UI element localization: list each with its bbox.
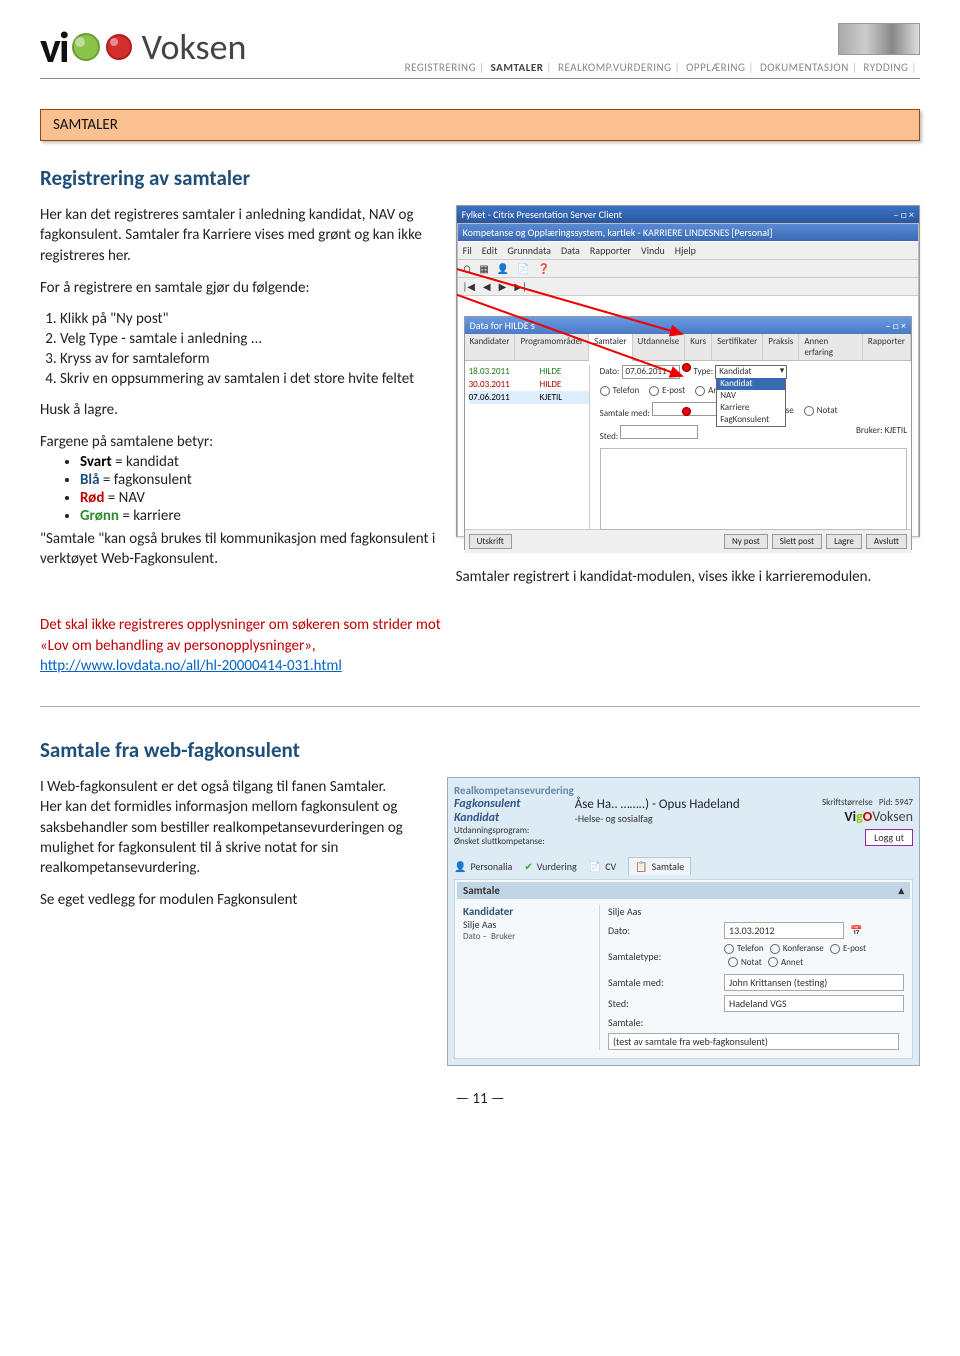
top-header: vi Voksen REGISTRERING| SAMTALER| REALKO… [40, 20, 920, 79]
step-3: Kryss av for samtaleform [60, 350, 436, 368]
vigo-voksen-logo: vi Voksen [40, 20, 246, 74]
page-number: — 11 — [40, 1090, 920, 1108]
utskrift-button[interactable]: Utskrift [469, 534, 512, 549]
crumb-3: OPPLÆRING [686, 61, 745, 74]
kandidat-row[interactable]: Silje Aas [463, 918, 593, 931]
warning-paragraph: Det skal ikke registreres opplysninger o… [40, 615, 445, 676]
section1-steps-after: Husk å lagre. [40, 400, 436, 420]
section2-p2: Her kan det formidles informasjon mellom… [40, 797, 427, 878]
lovdata-link[interactable]: http://www.lovdata.no/all/hl-20000414-03… [40, 657, 342, 675]
color-list: Svart = kandidat Blå = fagkonsulent Rød … [80, 453, 436, 525]
section1-after-colors: "Samtale "kan også brukes til kommunikas… [40, 529, 436, 570]
slett-post-button[interactable]: Slett post [772, 534, 822, 549]
crumb-4: DOKUMENTASJON [760, 61, 849, 74]
screenshot-samtaler-window: Fylket - Citrix Presentation Server Clie… [456, 205, 920, 537]
avslutt-button[interactable]: Avslutt [866, 534, 907, 549]
header-people-image [838, 23, 920, 55]
cb-notat[interactable]: Notat [728, 957, 762, 968]
section2-heading: Samtale fra web-fagkonsulent [40, 737, 920, 763]
lagre-button[interactable]: Lagre [826, 534, 862, 549]
crumb-1: SAMTALER [491, 61, 544, 74]
shot2-samtale-panel: Samtale▴ Kandidater Silje Aas Dato – Bru… [454, 879, 913, 1059]
shot2-tabs[interactable]: 👤Personalia ✔Vurdering 📄CV 📋Samtale [454, 857, 913, 875]
samtale-label: Samtale: [608, 1016, 718, 1029]
logo-voksen-text: Voksen [142, 25, 247, 69]
screenshot-web-fagkonsulent: Realkompetansevurdering Fagkonsulent Kan… [447, 777, 920, 1066]
section-banner: SAMTALER [40, 109, 920, 141]
panel-head: Samtale [463, 884, 500, 897]
section1-steps: Klikk på "Ny post" Velg Type - samtale i… [60, 310, 436, 388]
section1-left-column: Her kan det registreres samtaler i anled… [40, 205, 436, 599]
breadcrumb: REGISTRERING| SAMTALER| REALKOMP.VURDERI… [405, 61, 920, 74]
banner-title: SAMTALER [53, 116, 118, 134]
samtale-med-input[interactable]: John Krittansen (testing) [724, 974, 904, 991]
ny-post-button[interactable]: Ny post [724, 534, 768, 549]
logo-g-icon [70, 31, 102, 63]
tab-cv[interactable]: 📄CV [589, 857, 616, 875]
colors-intro: Fargene på samtalene betyr: [40, 432, 436, 452]
shot2-mid: Åse Ha.. ……..) - Opus Hadeland -Helse- o… [575, 797, 822, 825]
tab-personalia[interactable]: 👤Personalia [454, 857, 512, 875]
tab-samtale[interactable]: 📋Samtale [628, 857, 691, 875]
cb-annet[interactable]: Annet [768, 957, 803, 968]
step-2: Velg Type - samtale i anledning ... [60, 330, 436, 348]
tab-vurdering[interactable]: ✔Vurdering [524, 857, 576, 875]
sted-input[interactable]: Hadeland VGS [724, 995, 904, 1012]
section2-p1: I Web-fagkonsulent er det også tilgang t… [40, 777, 427, 797]
dato-label: Dato: [608, 924, 718, 937]
shot2-logo-icon: VigOVoksen [822, 808, 913, 825]
section1-right-column: Fylket - Citrix Presentation Server Clie… [456, 205, 920, 599]
sted-label: Sted: [608, 997, 718, 1010]
crumb-5: RYDDING [863, 61, 908, 74]
step-4: Skriv en oppsummering av samtalen i det … [60, 370, 436, 388]
section1-p1: Her kan det registreres samtaler i anled… [40, 205, 436, 266]
shot2-right: Skriftstørrelse Pid: 5947 VigOVoksen Log… [822, 797, 913, 846]
shot2-left-labels: Fagkonsulent Kandidat Utdanningsprogram:… [454, 797, 545, 847]
crumb-2: REALKOMP.VURDERING [558, 61, 672, 74]
section1-steps-intro: For å registrere en samtale gjør du følg… [40, 278, 436, 298]
shot2-title: Realkompetansevurdering [454, 784, 913, 797]
logo-o-icon [104, 32, 134, 62]
horizontal-separator [40, 706, 920, 707]
color-rod: Rød = NAV [80, 489, 436, 507]
color-bla: Blå = fagkonsulent [80, 471, 436, 489]
callout-arrows [457, 206, 937, 536]
samtale-textarea[interactable]: (test av samtale fra web-fagkonsulent) [608, 1033, 899, 1050]
step-1: Klikk på "Ny post" [60, 310, 436, 328]
cb-epost[interactable]: E-post [830, 943, 866, 954]
section2-left-column: I Web-fagkonsulent er det også tilgang t… [40, 777, 427, 1066]
cb-telefon[interactable]: Telefon [724, 943, 764, 954]
section1-heading: Registrering av samtaler [40, 165, 920, 191]
samtaletype-label: Samtaletype: [608, 950, 718, 963]
type-dropdown-options[interactable]: Kandidat NAV Karriere FagKonsulent [716, 378, 786, 427]
dato-input[interactable]: 13.03.2012 [724, 922, 844, 939]
screenshot1-caption: Samtaler registrert i kandidat-modulen, … [456, 567, 920, 587]
samtale-med-label: Samtale med: [608, 976, 718, 989]
calendar-icon[interactable]: 📅 [850, 924, 862, 937]
kandidater-label: Kandidater [463, 905, 593, 918]
logg-ut-button[interactable]: Logg ut [865, 829, 913, 846]
cb-konferanse[interactable]: Konferanse [770, 943, 824, 954]
color-svart: Svart = kandidat [80, 453, 436, 471]
color-gronn: Grønn = karriere [80, 507, 436, 525]
section2-right-column: Realkompetansevurdering Fagkonsulent Kan… [447, 777, 920, 1066]
logo-vi-text: vi [40, 20, 68, 74]
section2-p3: Se eget vedlegg for modulen Fagkonsulent [40, 890, 427, 910]
collapse-icon[interactable]: ▴ [898, 884, 904, 897]
crumb-0: REGISTRERING [405, 61, 476, 74]
